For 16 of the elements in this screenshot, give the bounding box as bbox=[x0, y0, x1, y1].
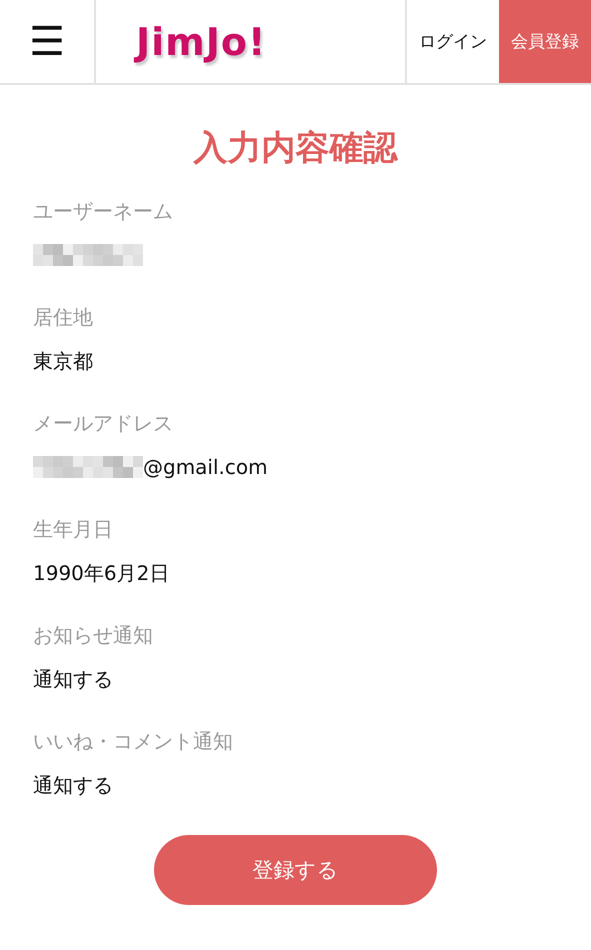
field-label: 生年月日 bbox=[33, 516, 114, 543]
field-label: いいね・コメント通知 bbox=[33, 728, 234, 755]
field-label: お知らせ通知 bbox=[33, 622, 154, 649]
register-button[interactable]: 会員登録 bbox=[499, 0, 591, 83]
field-value: @gmail.com bbox=[143, 454, 268, 481]
menu-icon[interactable]: ☰ bbox=[29, 22, 65, 62]
field-value: 通知する bbox=[33, 666, 113, 693]
field-label: ユーザーネーム bbox=[33, 198, 174, 225]
page-title: 入力内容確認 bbox=[192, 127, 399, 170]
field-value: 1990年6月2日 bbox=[33, 560, 170, 587]
field-label: 居住地 bbox=[33, 304, 94, 331]
logo[interactable]: JimJo! bbox=[136, 20, 266, 64]
field-value: 東京都 bbox=[33, 348, 93, 375]
field-label: メールアドレス bbox=[33, 410, 174, 437]
field-value: 通知する bbox=[33, 772, 113, 799]
submit-button[interactable]: 登録する bbox=[154, 835, 437, 905]
